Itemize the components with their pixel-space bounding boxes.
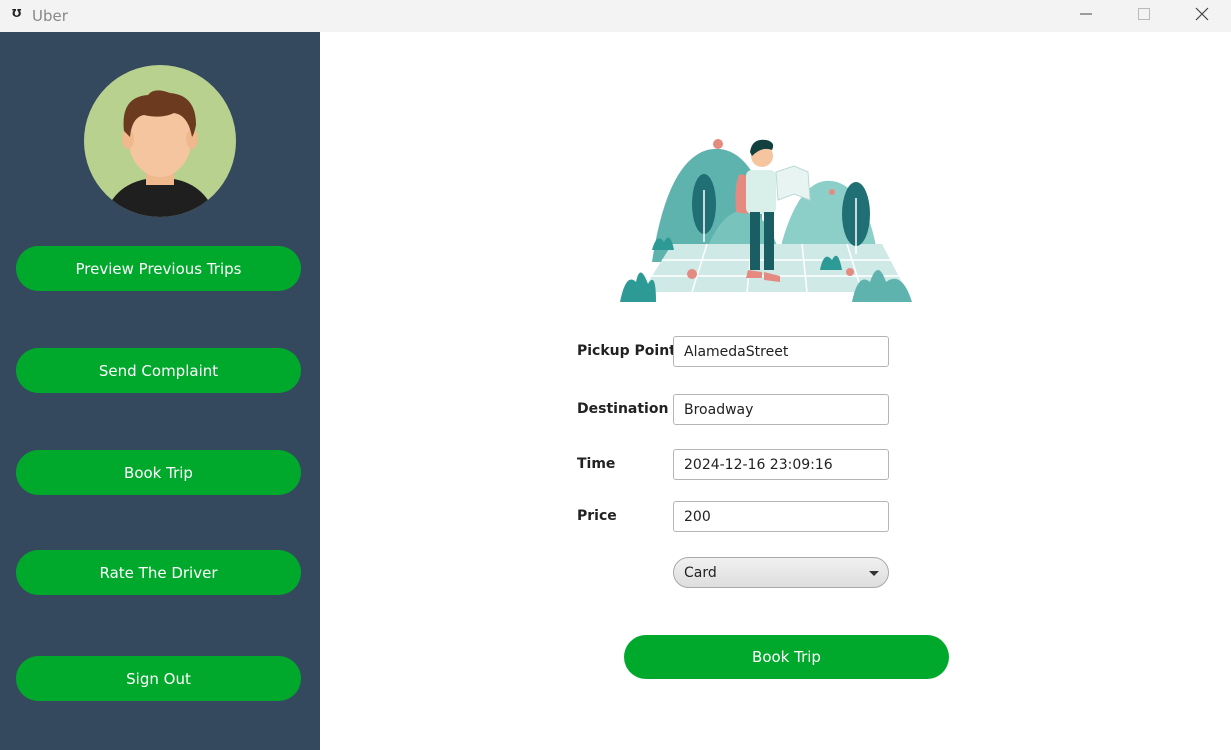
rate-the-driver-button[interactable]: Rate The Driver [16,550,301,595]
title-bar: Ʊ Uber [0,0,1231,32]
sidebar-book-trip-button[interactable]: Book Trip [16,450,301,495]
uber-app-icon: Ʊ [12,7,22,20]
chevron-down-icon [869,571,879,576]
price-label: Price [577,508,617,524]
minimize-button[interactable] [1057,0,1115,28]
close-button[interactable] [1173,0,1231,28]
price-input[interactable]: 200 [673,501,889,532]
maximize-icon [1138,8,1150,20]
time-input[interactable]: 2024-12-16 23:09:16 [673,449,889,480]
time-label: Time [577,456,616,472]
window-title: Uber [32,7,68,25]
destination-input[interactable]: Broadway [673,394,889,425]
user-avatar [84,65,236,217]
send-complaint-button[interactable]: Send Complaint [16,348,301,393]
maximize-button[interactable] [1115,0,1173,28]
sign-out-button[interactable]: Sign Out [16,656,301,701]
payment-method-value: Card [684,564,717,581]
preview-previous-trips-button[interactable]: Preview Previous Trips [16,246,301,291]
close-icon [1195,7,1209,21]
destination-label: Destination [577,401,669,417]
pickup-point-label: Pickup Point [577,343,676,359]
pickup-point-input[interactable]: AlamedaStreet [673,336,889,367]
minimize-icon [1080,13,1092,15]
sidebar: Preview Previous Trips Send Complaint Bo… [0,32,320,750]
user-avatar-icon [104,90,216,217]
traveler-illustration [612,132,922,312]
payment-method-select[interactable]: Card [673,557,889,588]
book-trip-button[interactable]: Book Trip [624,635,949,679]
